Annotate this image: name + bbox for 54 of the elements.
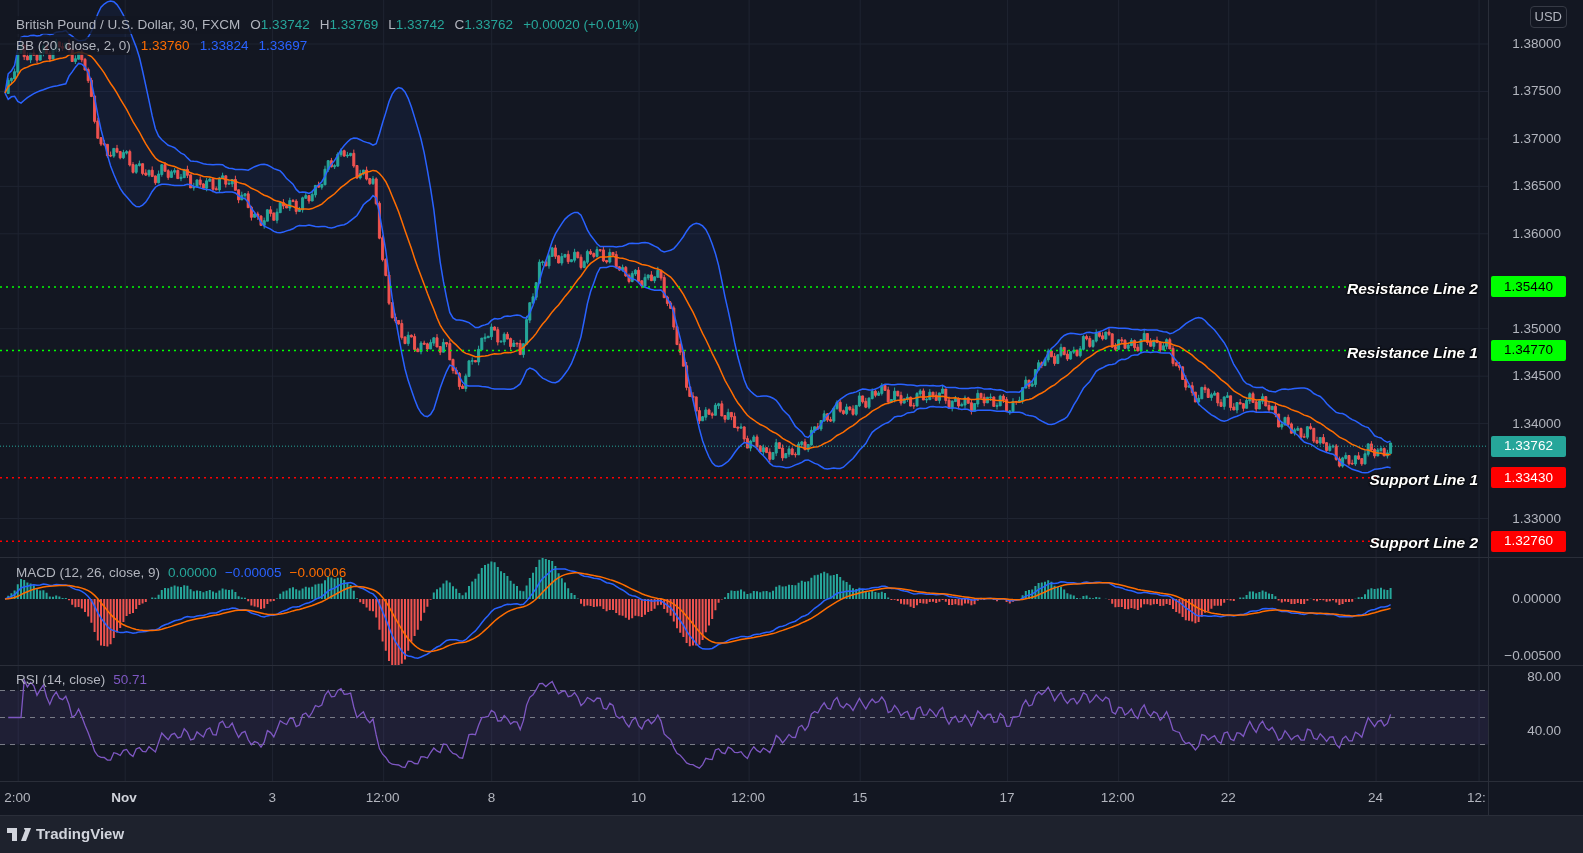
indicator-value: 1.33697 [258, 37, 308, 55]
axis-label: 1.37000 [1512, 130, 1561, 147]
indicator-value: −0.00005 [224, 564, 282, 582]
price-change: +0.00020 (+0.01%) [523, 16, 639, 34]
indicator-value: 50.71 [113, 671, 148, 689]
last-price-tag: 1.33762 [1491, 435, 1566, 457]
axis-label: 40.00 [1527, 723, 1561, 739]
time-label: 12: [1467, 790, 1486, 806]
indicator-label: BB (20, close, 2, 0) [16, 37, 131, 55]
indicator-label: MACD (12, 26, close, 9) [16, 564, 161, 582]
time-label: 8 [487, 790, 496, 806]
ohlc-value: O1.33742 [250, 16, 310, 34]
indicator-value: 0.00000 [168, 564, 217, 582]
time-label: 10 [631, 790, 647, 806]
price-level-tag: 1.32760 [1491, 530, 1566, 552]
price-level-tag: 1.35440 [1491, 276, 1566, 298]
time-label: 15 [852, 790, 868, 806]
time-label: 17 [999, 790, 1015, 806]
ohlc-value: L1.33742 [388, 16, 445, 34]
indicator-value: −0.00006 [289, 564, 347, 582]
price-level-tag: 1.34770 [1491, 340, 1566, 361]
time-label: 22 [1220, 790, 1236, 806]
price-level-tag: 1.33430 [1491, 467, 1566, 489]
axis-label: 0.00000 [1512, 591, 1561, 607]
indicator-value: 1.33824 [199, 37, 249, 55]
ohlc-value: C1.33762 [454, 16, 514, 34]
level-label: Resistance Line 1 [1347, 342, 1478, 363]
time-label: 12:00 [731, 790, 765, 806]
axis-label: 1.34500 [1512, 368, 1561, 385]
axis-label: 1.34000 [1512, 415, 1561, 432]
axis-label: 1.35000 [1512, 320, 1561, 337]
axis-label: 1.36500 [1512, 178, 1561, 195]
currency-button[interactable]: USD [1529, 6, 1567, 28]
axis-label: 1.37500 [1512, 83, 1561, 100]
time-label: 2:00 [4, 790, 31, 806]
axis-label: 1.36000 [1512, 225, 1561, 242]
axis-label: 80.00 [1527, 669, 1561, 685]
level-label: Resistance Line 2 [1347, 278, 1478, 299]
indicator-label: RSI (14, close) [16, 671, 106, 689]
time-label: 12:00 [365, 790, 400, 806]
time-label: 24 [1368, 790, 1384, 806]
level-label: Support Line 2 [1369, 533, 1478, 554]
axis-label: 1.38000 [1512, 36, 1561, 52]
level-label: Support Line 1 [1369, 469, 1478, 490]
brand-logo-link[interactable]: TradingView [7, 823, 125, 846]
time-label: 3 [268, 790, 277, 806]
logo-icon [7, 828, 31, 841]
symbol-title: British Pound / U.S. Dollar, 30, FXCM [16, 16, 241, 34]
axis-label: −0.00500 [1504, 648, 1561, 664]
axis-label: 1.33000 [1512, 510, 1561, 527]
time-label: 12:00 [1100, 790, 1135, 806]
ohlc-value: H1.33769 [319, 16, 379, 34]
time-label: Nov [111, 790, 137, 806]
indicator-value: 1.33760 [140, 37, 190, 55]
